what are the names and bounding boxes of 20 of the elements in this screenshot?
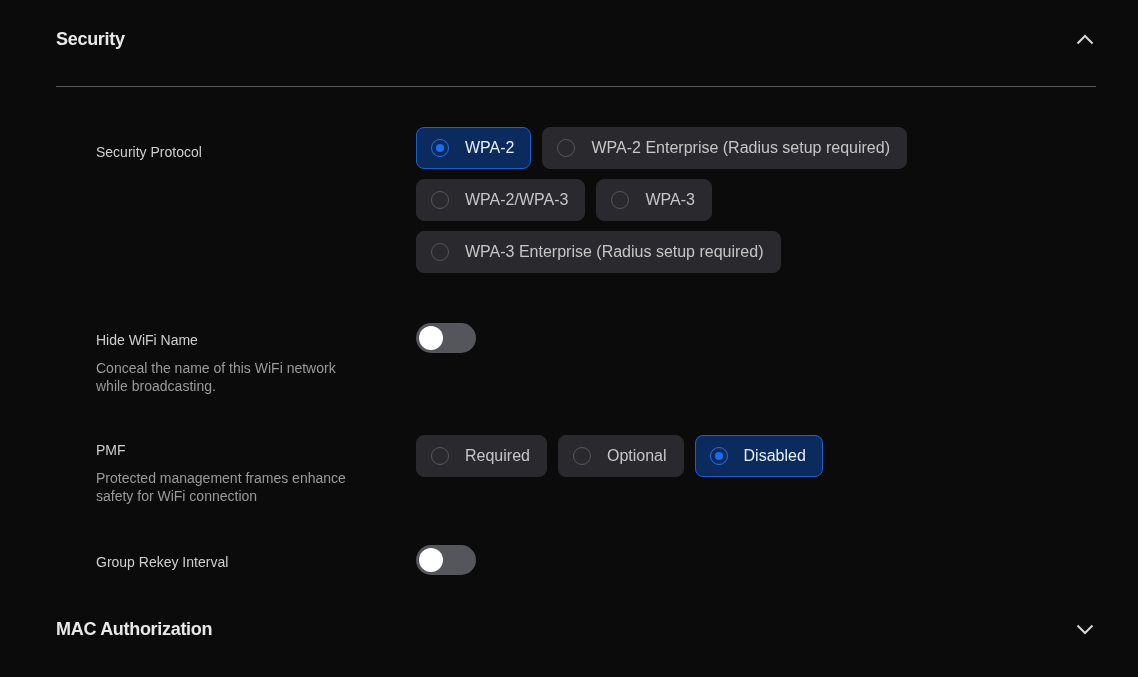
radio-option[interactable]: Required	[416, 435, 547, 477]
toggle-switch[interactable]	[416, 545, 476, 575]
section-title: MAC Authorization	[56, 619, 213, 640]
setting-label: Group Rekey Interval	[96, 553, 230, 571]
radio-option[interactable]: Disabled	[694, 435, 823, 477]
setting-description: Conceal the name of this WiFi network while broadcasting.	[96, 359, 337, 395]
setting-label: PMF	[96, 441, 127, 459]
section-title: Security	[56, 29, 125, 50]
radio-option[interactable]: WPA-2 Enterprise (Radius setup required)	[542, 127, 907, 169]
toggle-switch[interactable]	[416, 323, 476, 353]
radio-option[interactable]: WPA-3 Enterprise (Radius setup required)	[416, 231, 781, 273]
radio-option[interactable]: Optional	[557, 435, 684, 477]
setting-description: Protected management frames enhance safety for WiFi connection	[96, 469, 347, 505]
setting-label: Hide WiFi Name	[96, 331, 199, 349]
setting-label: Security Protocol	[96, 143, 203, 161]
chevron-up-icon[interactable]	[1076, 34, 1094, 45]
chevron-down-icon[interactable]	[1076, 624, 1094, 635]
radio-option[interactable]: WPA-2	[416, 127, 532, 169]
radio-option[interactable]: WPA-2/WPA-3	[416, 179, 586, 221]
radio-option[interactable]: WPA-3	[596, 179, 712, 221]
